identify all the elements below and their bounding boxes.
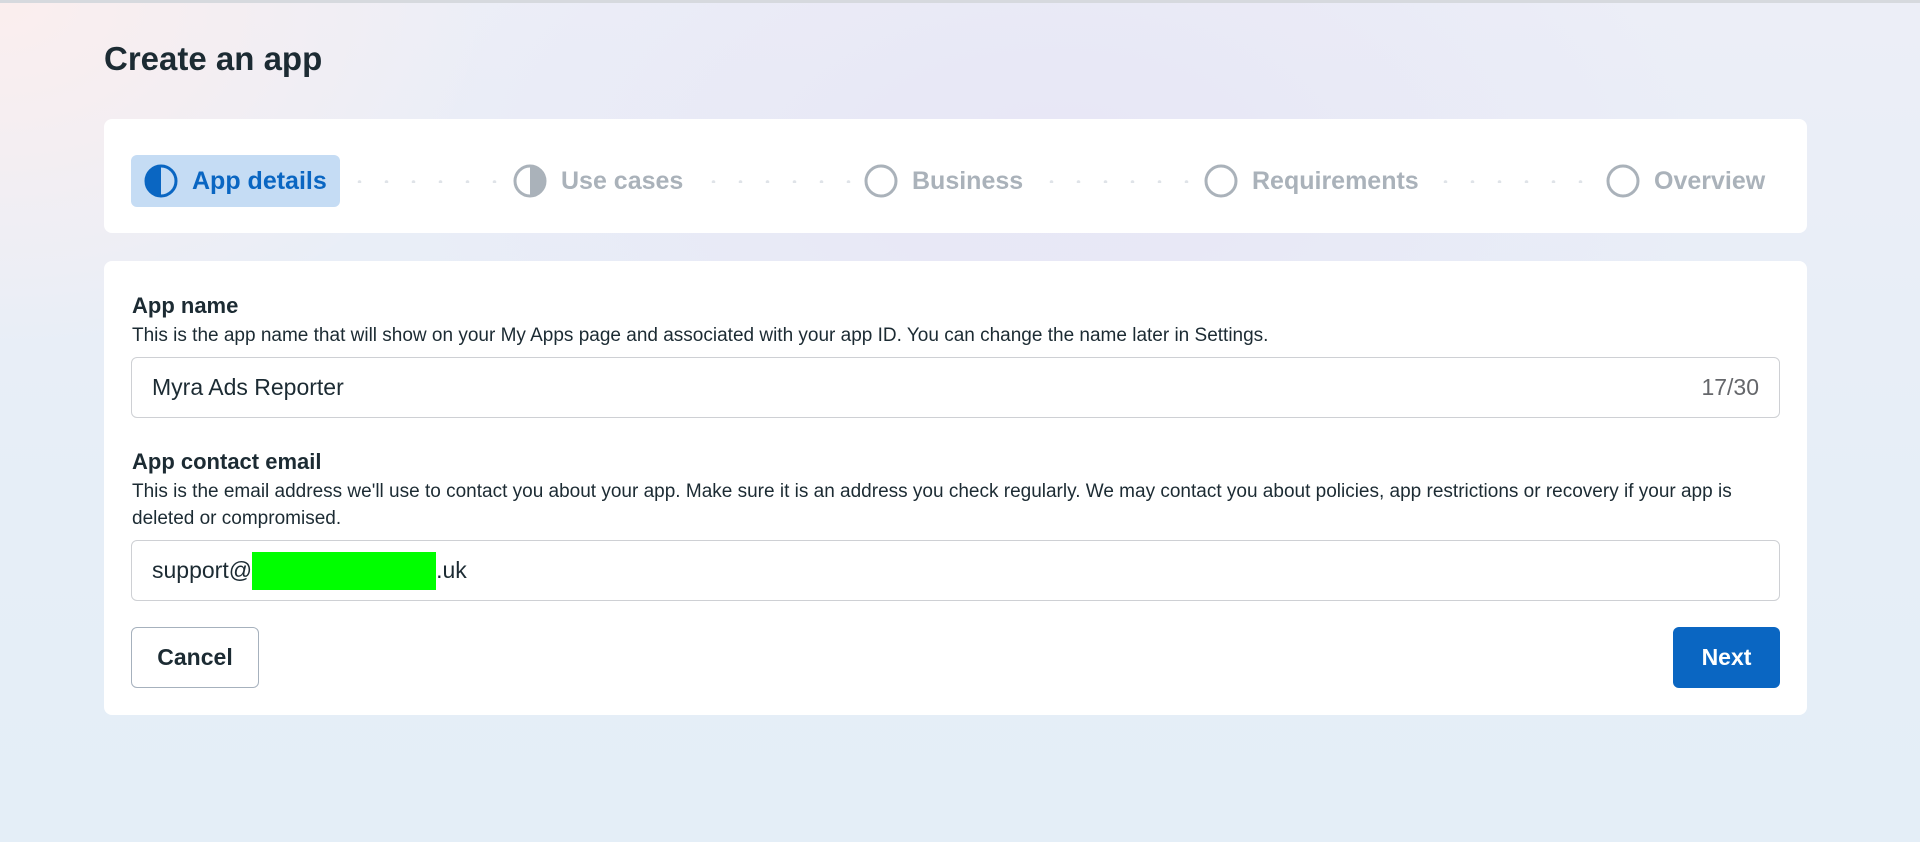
step-connector: [700, 180, 855, 183]
character-counter: 17/30: [1701, 374, 1759, 400]
step-connector: [1038, 180, 1198, 183]
step-connector: [1432, 180, 1592, 183]
step-label: Use cases: [561, 166, 684, 195]
redaction-block: [252, 551, 437, 590]
contact-email-description: This is the email address we'll use to c…: [132, 481, 1732, 529]
step-label: Requirements: [1252, 166, 1419, 195]
app-name-value: Myra Ads Reporter: [152, 374, 344, 400]
empty-circle-icon: [1606, 164, 1640, 198]
email-suffix: .uk: [436, 557, 467, 583]
cancel-button[interactable]: Cancel: [131, 627, 259, 688]
step-label: Business: [912, 166, 1024, 195]
contact-email-label: App contact email: [132, 449, 322, 474]
page-title: Create an app: [104, 40, 323, 77]
step-label: App details: [192, 166, 327, 195]
step-app-details[interactable]: App details: [131, 155, 340, 207]
half-filled-circle-icon: [144, 164, 178, 198]
contact-email-input[interactable]: support@ .uk: [131, 540, 1780, 601]
app-name-description: This is the app name that will show on y…: [132, 325, 1269, 346]
step-requirements[interactable]: Requirements: [1204, 155, 1419, 207]
top-border: [0, 0, 1920, 3]
step-business[interactable]: Business: [864, 155, 1023, 207]
step-label: Overview: [1654, 166, 1766, 195]
step-connector: [346, 180, 506, 183]
next-button[interactable]: Next: [1673, 627, 1780, 688]
app-name-label: App name: [132, 293, 239, 318]
app-name-input[interactable]: Myra Ads Reporter 17/30: [131, 357, 1780, 418]
half-filled-circle-icon: [513, 164, 547, 198]
empty-circle-icon: [864, 164, 898, 198]
email-prefix: support@: [152, 557, 253, 583]
empty-circle-icon: [1204, 164, 1238, 198]
step-overview[interactable]: Overview: [1606, 155, 1765, 207]
step-use-cases[interactable]: Use cases: [513, 155, 683, 207]
